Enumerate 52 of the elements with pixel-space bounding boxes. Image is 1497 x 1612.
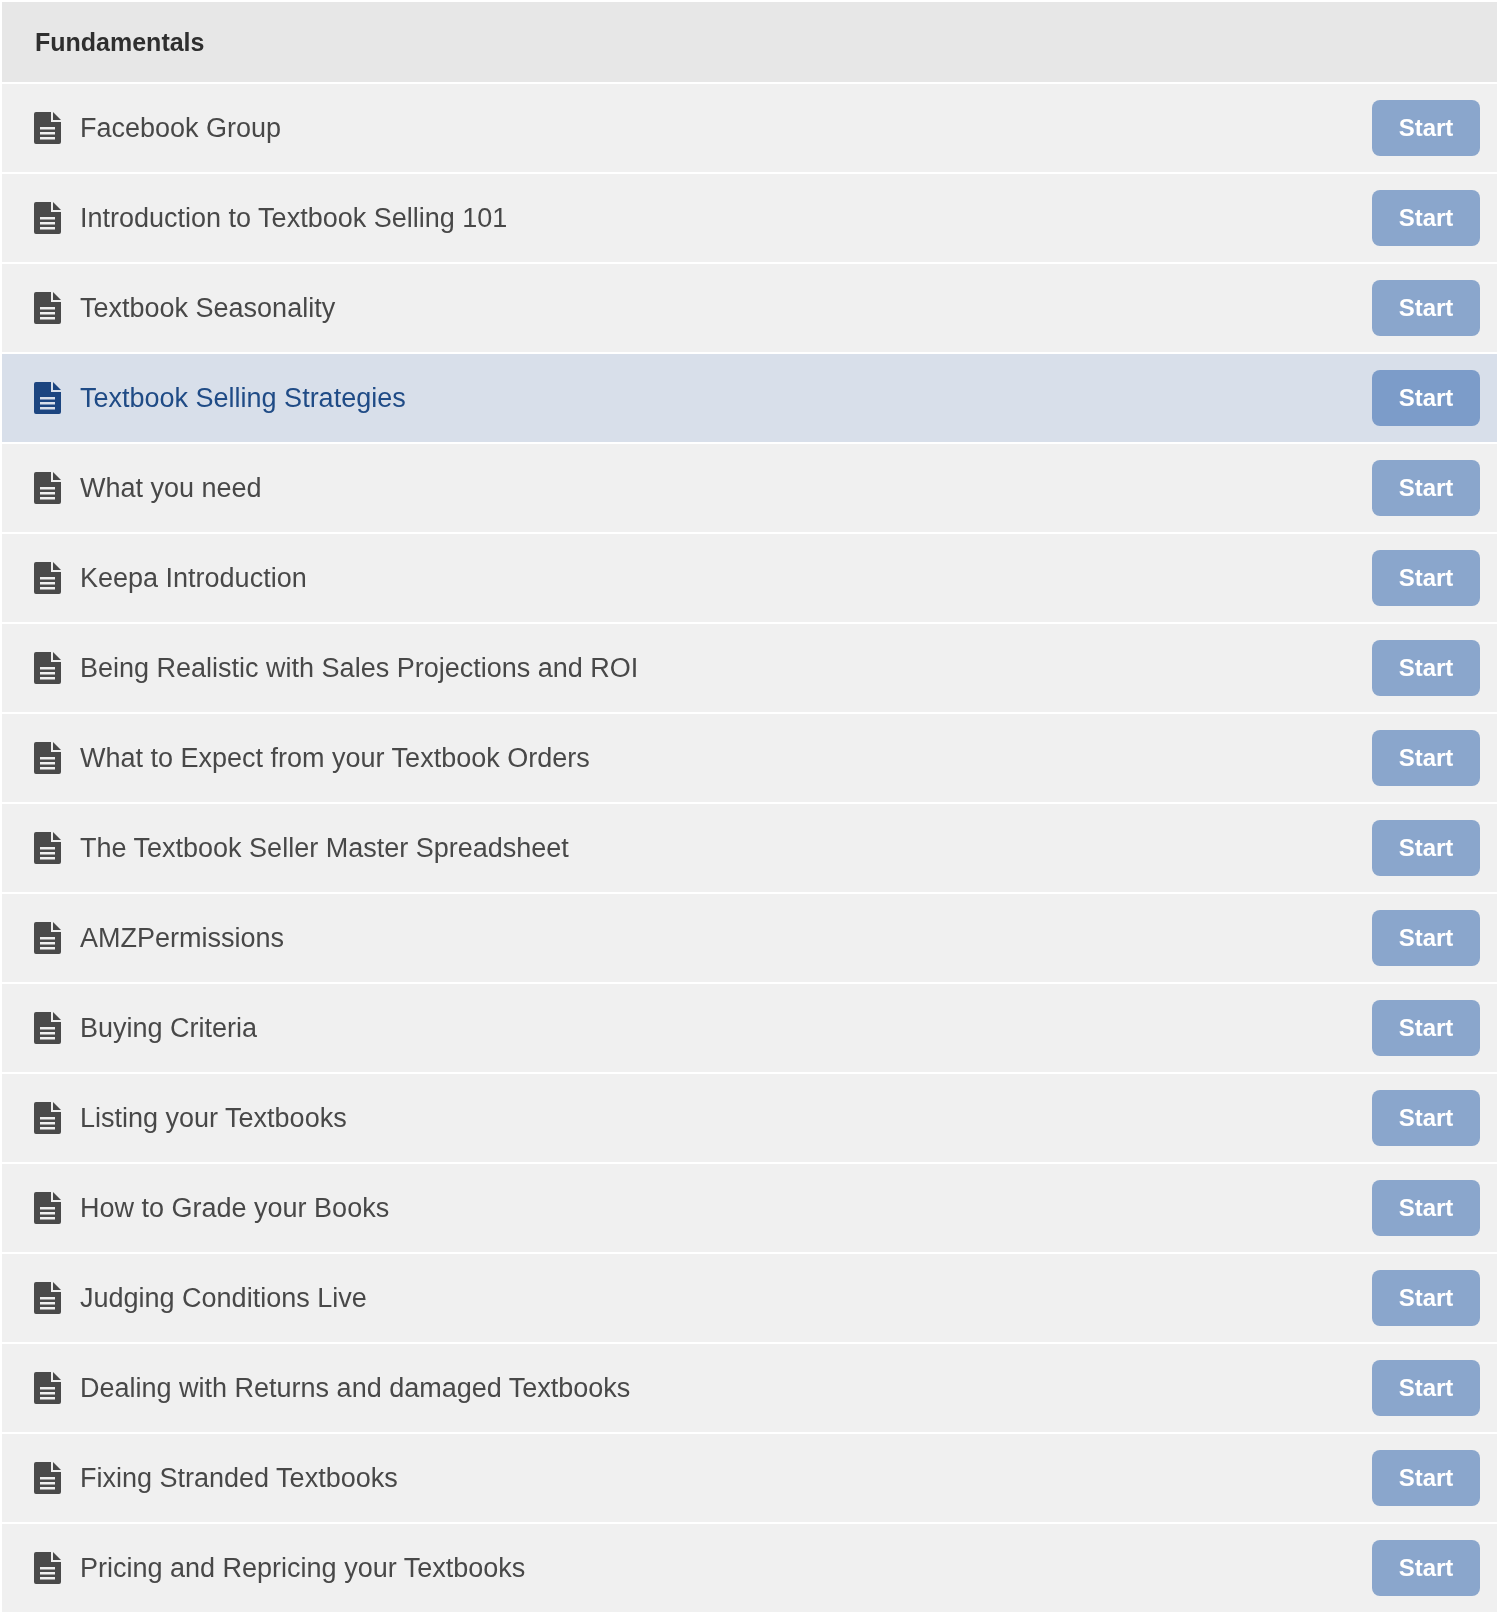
lesson-row[interactable]: Facebook Group Start — [2, 84, 1497, 172]
document-icon — [34, 562, 61, 594]
section-title: Fundamentals — [35, 27, 205, 57]
lesson-title: Facebook Group — [80, 112, 283, 144]
lesson-row[interactable]: Introduction to Textbook Selling 101 Start — [2, 174, 1497, 262]
document-icon — [34, 1102, 61, 1134]
document-icon — [34, 202, 61, 234]
document-icon — [34, 1372, 61, 1404]
lesson-row[interactable]: What to Expect from your Textbook Orders Start — [2, 714, 1497, 802]
lesson-row[interactable]: Judging Conditions Live Start — [2, 1254, 1497, 1342]
lesson-row[interactable]: How to Grade your Books Start — [2, 1164, 1497, 1252]
lesson-title: Fixing Stranded Textbooks — [80, 1462, 399, 1494]
lesson-title: How to Grade your Books — [80, 1192, 391, 1224]
lesson-row[interactable]: Keepa Introduction Start — [2, 534, 1497, 622]
document-icon — [34, 382, 61, 414]
lesson-row[interactable]: Dealing with Returns and damaged Textbooks Start — [2, 1344, 1497, 1432]
lesson-title: Keepa Introduction — [80, 562, 308, 594]
lesson-title: AMZPermissions — [80, 922, 286, 954]
lesson-title: Judging Conditions Live — [80, 1282, 368, 1314]
lesson-row[interactable]: Textbook Selling Strategies Start — [2, 354, 1497, 442]
document-icon — [34, 1282, 61, 1314]
document-icon — [34, 1462, 61, 1494]
document-icon — [34, 832, 61, 864]
document-icon — [34, 652, 61, 684]
document-icon — [34, 1012, 61, 1044]
lesson-row[interactable]: Textbook Seasonality Start — [2, 264, 1497, 352]
lesson-row[interactable]: AMZPermissions Start — [2, 894, 1497, 982]
lesson-title: What to Expect from your Textbook Orders — [80, 742, 591, 774]
lesson-row[interactable]: The Textbook Seller Master Spreadsheet Start — [2, 804, 1497, 892]
document-icon — [34, 742, 61, 774]
lesson-row[interactable]: Fixing Stranded Textbooks Start — [2, 1434, 1497, 1522]
lesson-title: Textbook Seasonality — [80, 292, 337, 324]
document-icon — [34, 292, 61, 324]
lesson-title: Buying Criteria — [80, 1012, 259, 1044]
lesson-title: Being Realistic with Sales Projections and ROI — [80, 652, 640, 684]
lesson-row[interactable]: Pricing and Repricing your Textbooks Start — [2, 1524, 1497, 1612]
lesson-title: Dealing with Returns and damaged Textbooks — [80, 1372, 632, 1404]
lesson-row[interactable]: Buying Criteria Start — [2, 984, 1497, 1072]
lesson-title: Introduction to Textbook Selling 101 — [80, 202, 509, 234]
document-icon — [34, 922, 61, 954]
lesson-row[interactable]: What you need Start — [2, 444, 1497, 532]
lesson-title: The Textbook Seller Master Spreadsheet — [80, 832, 570, 864]
lesson-title: Textbook Selling Strategies — [80, 382, 407, 414]
document-icon — [34, 1552, 61, 1584]
document-icon — [34, 1192, 61, 1224]
lesson-row[interactable]: Being Realistic with Sales Projections and ROI Start — [2, 624, 1497, 712]
lesson-title: What you need — [80, 472, 263, 504]
lesson-title: Listing your Textbooks — [80, 1102, 348, 1134]
document-icon — [34, 112, 61, 144]
lesson-title: Pricing and Repricing your Textbooks — [80, 1552, 527, 1584]
lesson-row[interactable]: Listing your Textbooks Start — [2, 1074, 1497, 1162]
document-icon — [34, 472, 61, 504]
